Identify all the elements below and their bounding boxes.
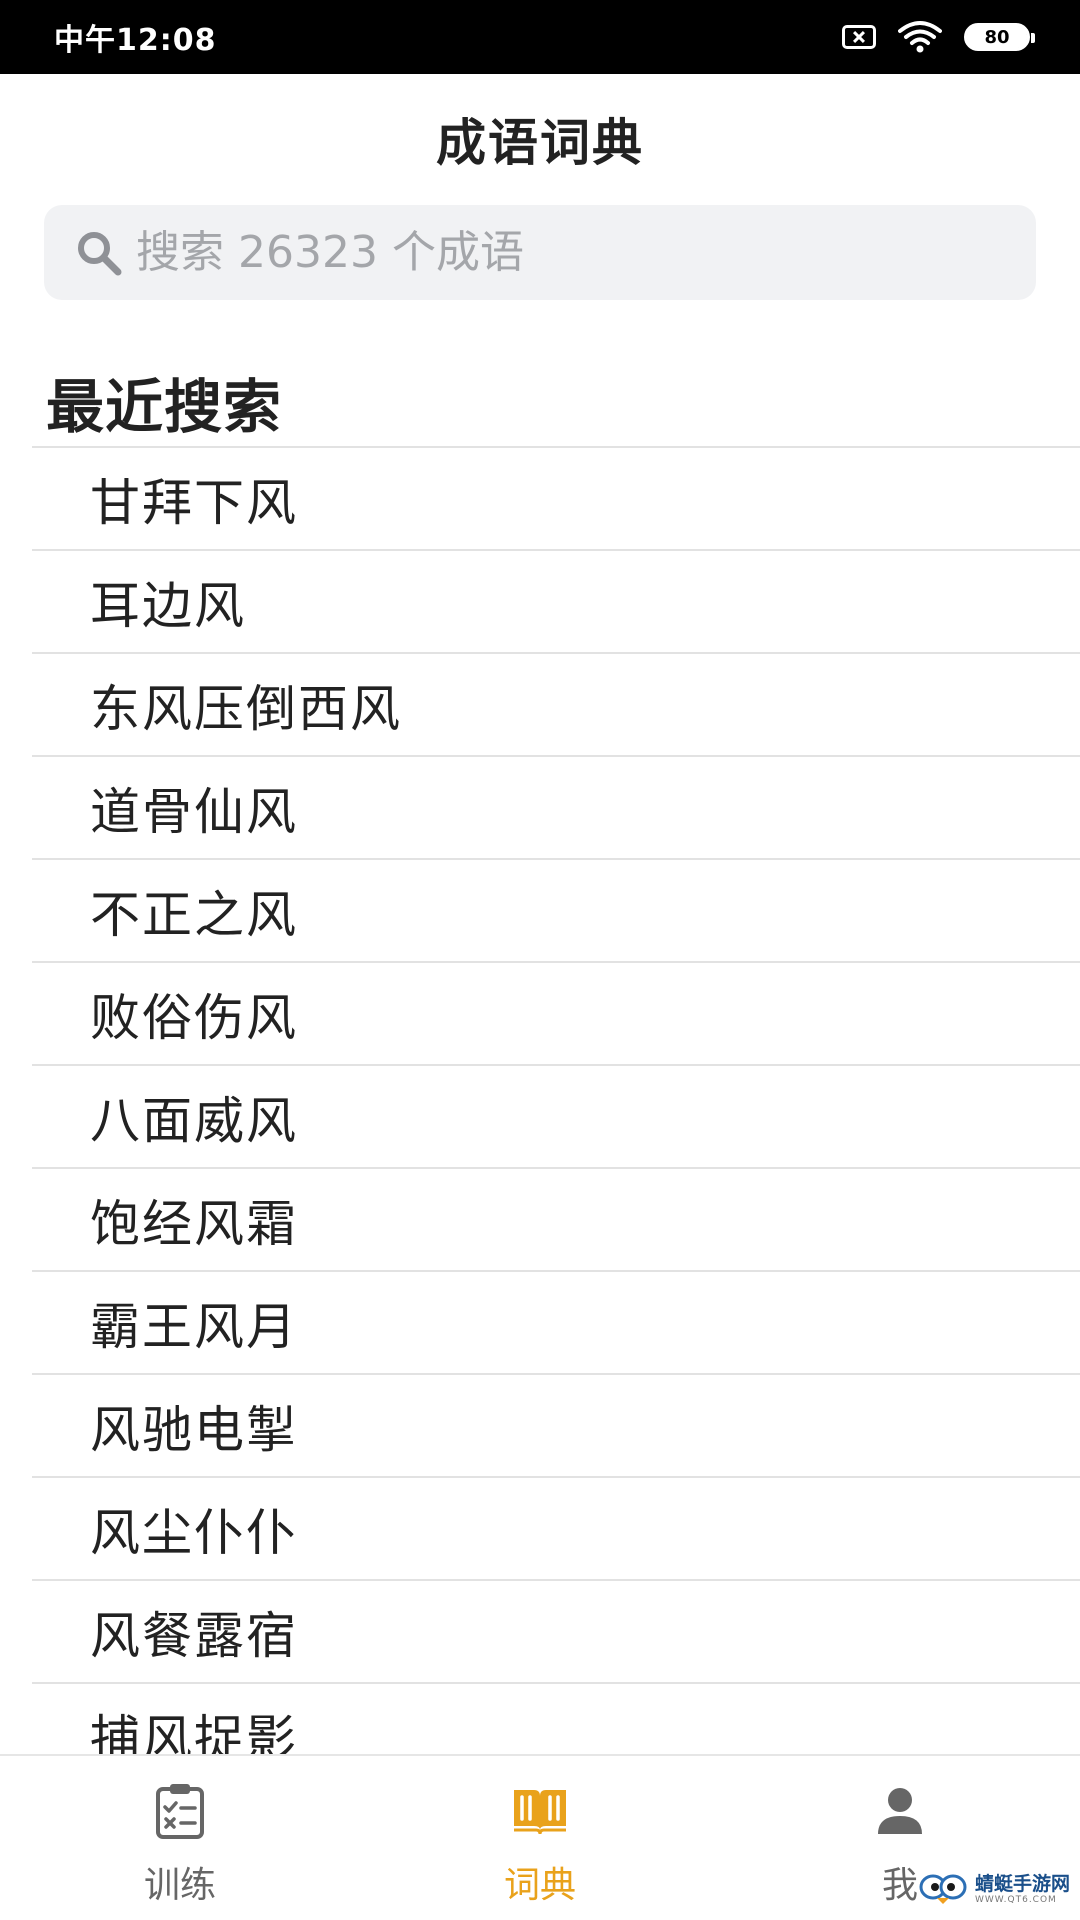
status-icons: 80 bbox=[842, 20, 1035, 54]
search-box[interactable] bbox=[44, 205, 1036, 300]
battery-icon: 80 bbox=[964, 23, 1035, 51]
person-icon bbox=[870, 1780, 930, 1840]
recent-search-item[interactable]: 霸王风月 bbox=[32, 1272, 1080, 1375]
recent-search-list: 甘拜下风 耳边风 东风压倒西风 道骨仙风 不正之风 败俗伤风 八面威风 饱经风霜… bbox=[32, 446, 1080, 1754]
search-input[interactable] bbox=[136, 227, 936, 278]
recent-search-item[interactable]: 风尘仆仆 bbox=[32, 1478, 1080, 1581]
tab-training[interactable]: 训练 bbox=[0, 1756, 360, 1920]
tab-label-training: 训练 bbox=[143, 1865, 216, 1906]
recent-search-item[interactable]: 道骨仙风 bbox=[32, 757, 1080, 860]
open-book-icon bbox=[510, 1780, 570, 1840]
recent-search-item[interactable]: 败俗伤风 bbox=[32, 963, 1080, 1066]
clipboard-checklist-icon bbox=[150, 1780, 210, 1840]
recent-search-item[interactable]: 饱经风霜 bbox=[32, 1169, 1080, 1272]
recent-search-item[interactable]: 八面威风 bbox=[32, 1066, 1080, 1169]
wifi-icon bbox=[898, 20, 942, 54]
screen: 中午12:08 80 成语词典 搜索 26323 个成语 最近搜索 甘拜下风 耳… bbox=[0, 0, 1080, 1920]
recent-search-item[interactable]: 东风压倒西风 bbox=[32, 654, 1080, 757]
recent-search-item[interactable]: 捕风捉影 bbox=[32, 1684, 1080, 1755]
recent-search-item[interactable]: 风餐露宿 bbox=[32, 1581, 1080, 1684]
page-title: 成语词典 bbox=[436, 114, 644, 172]
status-bar: 中午12:08 80 bbox=[0, 0, 1080, 74]
recent-search-item[interactable]: 不正之风 bbox=[32, 860, 1080, 963]
recent-search-title: 最近搜索 bbox=[46, 373, 283, 441]
watermark-url: WWW.QT6.COM bbox=[974, 1895, 1057, 1905]
battery-level: 80 bbox=[967, 26, 1027, 48]
watermark-text: 蜻蜓手游网 WWW.QT6.COM bbox=[975, 1873, 1070, 1905]
dragonfly-logo-icon bbox=[919, 1872, 969, 1906]
watermark-name: 蜻蜓手游网 bbox=[974, 1873, 1070, 1895]
tab-dictionary[interactable]: 词典 bbox=[360, 1756, 720, 1920]
tab-label-me: 我 bbox=[881, 1865, 918, 1906]
sim-off-icon bbox=[842, 25, 876, 49]
recent-search-item[interactable]: 风驰电掣 bbox=[32, 1375, 1080, 1478]
status-time: 中午12:08 bbox=[54, 23, 217, 58]
recent-search-item[interactable]: 甘拜下风 bbox=[32, 448, 1080, 551]
recent-search-item[interactable]: 耳边风 bbox=[32, 551, 1080, 654]
watermark: 蜻蜓手游网 WWW.QT6.COM bbox=[919, 1872, 1070, 1906]
search-icon bbox=[74, 228, 124, 278]
tab-label-dictionary: 词典 bbox=[503, 1865, 576, 1906]
title-bar: 成语词典 bbox=[0, 74, 1080, 204]
